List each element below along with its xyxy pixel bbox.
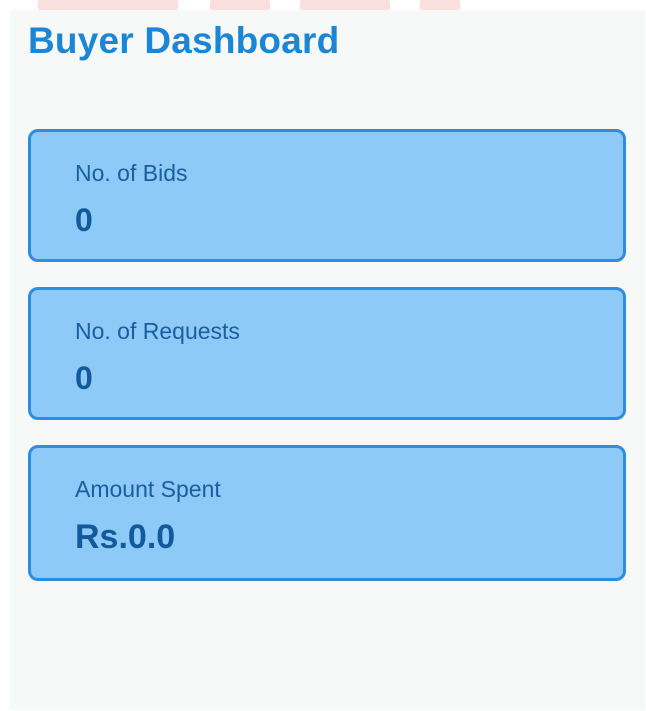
- stat-card-bids[interactable]: No. of Bids 0: [28, 129, 626, 262]
- page-title: Buyer Dashboard: [28, 20, 340, 61]
- stat-card-label: No. of Requests: [75, 318, 240, 344]
- stat-card-label: No. of Bids: [75, 160, 188, 186]
- watermark-fragment: [300, 0, 390, 10]
- stat-card-requests[interactable]: No. of Requests 0: [28, 287, 626, 420]
- watermark-fragment: [38, 0, 178, 10]
- watermark-fragment: [420, 0, 460, 10]
- dashboard-panel: Buyer Dashboard No. of Bids 0 No. of Req…: [10, 10, 645, 710]
- stat-card-value: 0: [75, 360, 93, 396]
- stat-card-amount-spent[interactable]: Amount Spent Rs.0.0: [28, 445, 626, 581]
- stat-card-value: Rs.0.0: [75, 518, 176, 556]
- stat-card-value: 0: [75, 202, 93, 238]
- watermark-fragment: [210, 0, 270, 10]
- stat-card-label: Amount Spent: [75, 476, 221, 502]
